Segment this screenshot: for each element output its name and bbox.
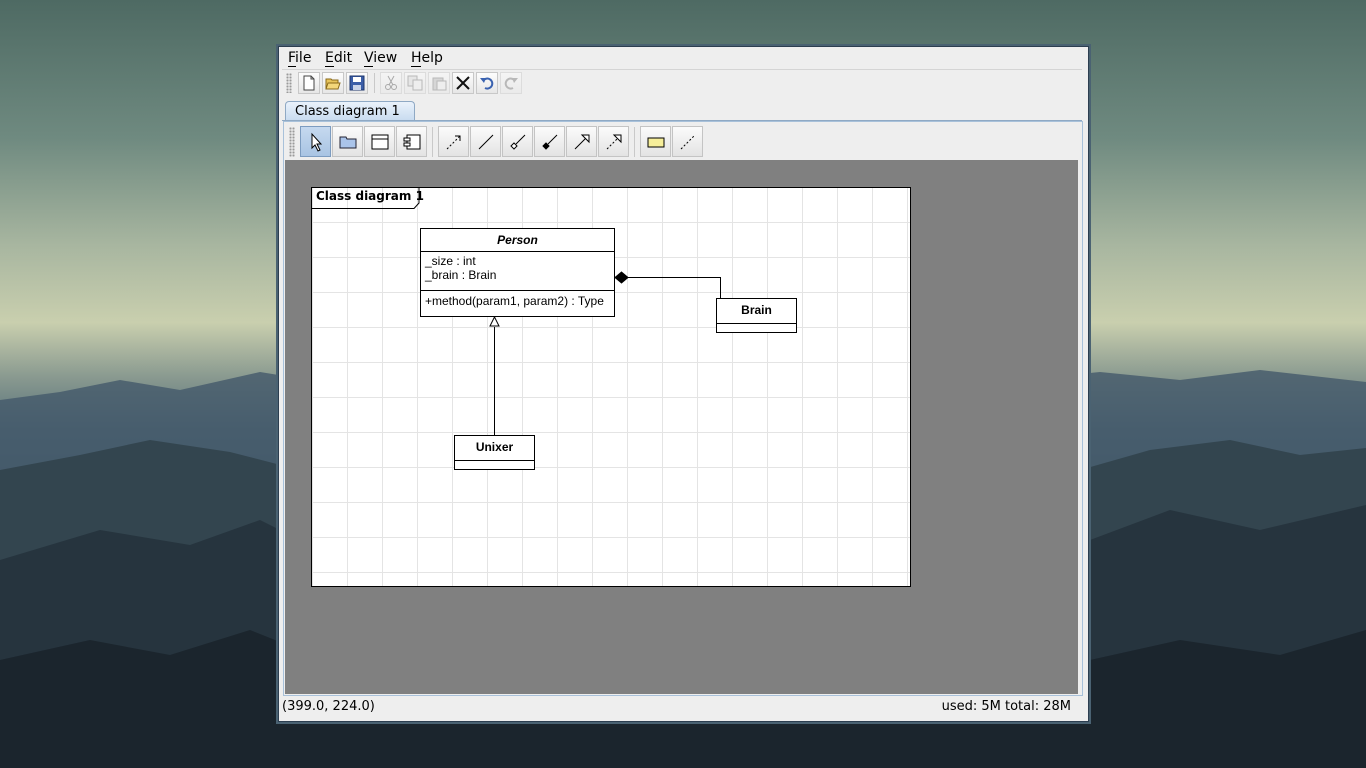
package-folder-icon [339,136,357,149]
app-window: File Edit View Help Class diagram 1 Clas… [278,46,1089,722]
dashed-line-icon [680,134,696,150]
tab-class-diagram-1[interactable]: Class diagram 1 [285,101,415,120]
generalization-arrow-icon [574,134,590,150]
save-button[interactable] [346,72,368,94]
cursor-coordinates: (399.0, 224.0) [282,699,375,714]
new-file-button[interactable] [298,72,320,94]
realization-arrow-icon [606,134,622,150]
new-file-icon [303,75,315,91]
main-toolbar [282,69,1082,96]
class-name: Unixer [475,440,514,454]
mnemonic-underline [288,66,296,67]
operations-compartment: +method(param1, param2) : Type [421,290,614,310]
arrow-pointer-icon [311,132,323,152]
attribute: _brain : Brain [425,268,497,282]
generalization-triangle [489,315,500,327]
copy-button[interactable] [404,72,426,94]
class-box-icon [371,134,389,150]
tab-strip: Class diagram 1 [282,98,1082,121]
memory-usage: used: 5M total: 28M [941,699,1071,714]
menu-file[interactable]: File [288,50,311,66]
mnemonic-underline [364,66,373,67]
class-name: Person [497,233,538,247]
attributes-compartment: _size : int _brain : Brain [421,251,614,290]
aggregation-tool-button[interactable] [502,126,533,157]
class-unixer[interactable]: Unixer [454,435,535,470]
empty-compartment [717,323,796,332]
toolbar-separator [374,73,375,93]
component-icon [403,134,421,150]
menu-bar: File Edit View Help [279,47,1088,69]
composition-diamond [614,271,629,284]
copy-icon [407,75,423,91]
redo-button[interactable] [500,72,522,94]
note-tool-button[interactable] [640,126,671,157]
composition-tool-button[interactable] [534,126,565,157]
realization-tool-button[interactable] [598,126,629,157]
palette-toolbar [286,124,1079,160]
component-tool-button[interactable] [396,126,427,157]
palette-separator [634,127,635,157]
menu-help[interactable]: Help [411,50,443,66]
dependency-tool-button[interactable] [438,126,469,157]
open-folder-icon [325,78,341,90]
class-person[interactable]: Person _size : int _brain : Brain +metho… [420,228,615,317]
association-tool-button[interactable] [470,126,501,157]
scissors-icon [385,75,397,90]
palette-grip[interactable] [289,127,295,157]
composition-icon [542,134,558,150]
dashed-arrow-icon [446,135,461,150]
generalization-tool-button[interactable] [566,126,597,157]
operation: +method(param1, param2) : Type [425,294,604,308]
select-tool-button[interactable] [300,126,331,157]
editor-panel: Class diagram 1 Person _size : int _brai… [283,121,1083,696]
diagram-frame[interactable]: Class diagram 1 Person _size : int _brai… [311,187,911,587]
toolbar-grip[interactable] [286,73,292,93]
palette-separator [432,127,433,157]
composition-line[interactable] [628,277,721,299]
open-button[interactable] [322,72,344,94]
delete-button[interactable] [452,72,474,94]
undo-icon [480,77,494,90]
paste-button[interactable] [428,72,450,94]
save-icon [349,75,365,91]
note-link-tool-button[interactable] [672,126,703,157]
redo-icon [504,77,518,90]
attribute: _size : int [425,254,476,268]
undo-button[interactable] [476,72,498,94]
paste-icon [432,77,447,91]
menu-edit[interactable]: Edit [325,50,352,66]
line-icon [478,134,494,150]
class-brain[interactable]: Brain [716,298,797,333]
class-tool-button[interactable] [364,126,395,157]
class-name: Brain [741,303,772,317]
mnemonic-underline [325,66,334,67]
note-icon [647,137,665,148]
mnemonic-underline [411,66,421,67]
package-tool-button[interactable] [332,126,363,157]
empty-compartment [455,460,534,469]
status-bar: (399.0, 224.0) used: 5M total: 28M [279,697,1088,717]
delete-x-icon [456,76,470,90]
diagram-canvas[interactable]: Class diagram 1 Person _size : int _brai… [285,160,1078,694]
aggregation-icon [510,134,526,150]
cut-button[interactable] [380,72,402,94]
menu-view[interactable]: View [364,50,397,66]
